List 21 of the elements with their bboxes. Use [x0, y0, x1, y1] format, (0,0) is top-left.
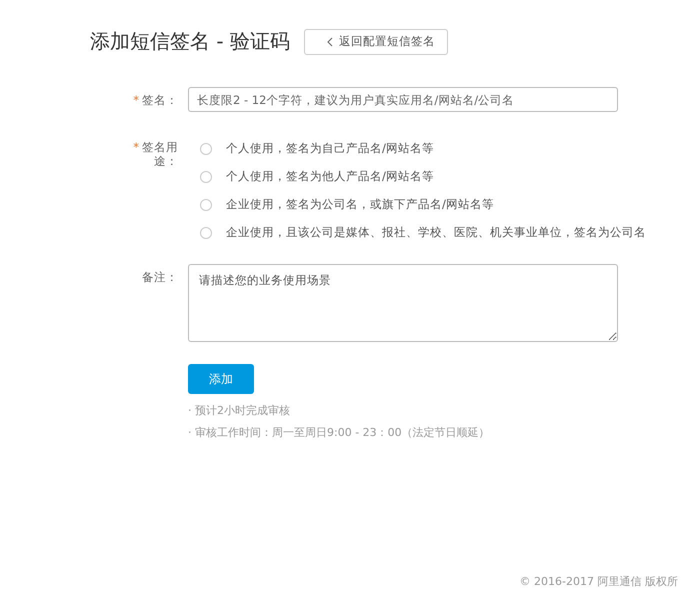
back-button[interactable]: 返回配置短信签名 — [304, 28, 448, 54]
radio-label: 企业使用，签名为公司名，或旗下产品名/网站名等 — [226, 197, 494, 212]
radio-button[interactable] — [200, 226, 212, 238]
radio-label: 企业使用，且该公司是媒体、报社、学校、医院、机关事业单位，签名为公司名 — [226, 225, 646, 240]
radio-label: 个人使用，签名为他人产品名/网站名等 — [226, 169, 434, 184]
radio-button[interactable] — [200, 142, 212, 154]
field-label: 备注： — [141, 269, 178, 286]
signature-field[interactable]: 长度限2 - 12个字符，建议为用户真实应用名/网站名/公司名 — [188, 87, 618, 112]
required-mark: * — [133, 140, 139, 154]
page-title: 添加短信签名 - 验证码 — [90, 28, 290, 55]
radio-label: 个人使用，签名为自己产品名/网站名等 — [226, 141, 434, 156]
chevron-left-icon — [326, 36, 333, 46]
note-text: · 预计2小时完成审核 — [188, 403, 291, 419]
note-text: · 审核工作时间：周一至周日9:00 - 23：00（法定节日顺延） — [188, 425, 490, 441]
required-mark: * — [133, 93, 139, 107]
radio-button[interactable] — [200, 198, 212, 210]
field-label: * 签名： — [132, 92, 178, 109]
remark-field[interactable]: 请描述您的业务使用场景 — [188, 264, 618, 342]
field-label: * 签名用途： — [132, 139, 178, 170]
copyright-text: © 2016-2017 阿里通信 版权所 — [520, 574, 678, 589]
radio-button[interactable] — [200, 170, 212, 182]
